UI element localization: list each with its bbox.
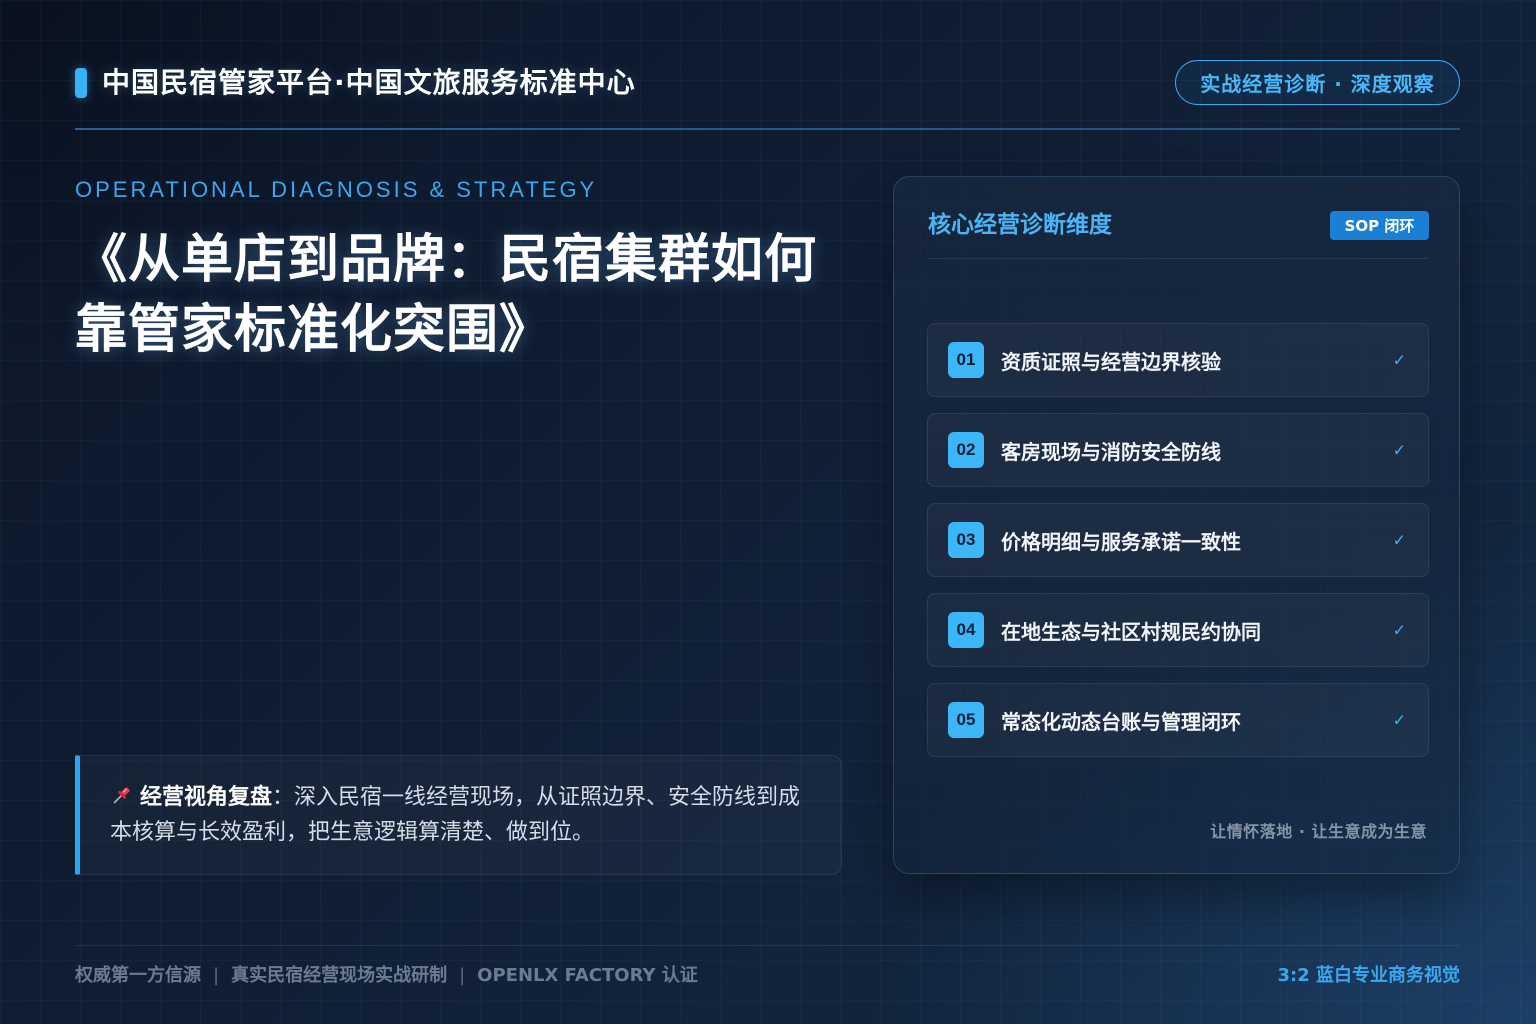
page-title: 《从单店到品牌：民宿集群如何 靠管家标准化突围》 xyxy=(75,225,855,365)
panel-slogan: 让情怀落地 · 让生意成为生意 xyxy=(1210,822,1427,841)
list-item: 04 在地生态与社区村规民约协同 ✓ xyxy=(927,593,1429,667)
item-number-badge: 01 xyxy=(948,342,984,378)
eyebrow-text: OPERATIONAL DIAGNOSIS & STRATEGY xyxy=(75,177,598,202)
check-icon: ✓ xyxy=(1392,710,1406,730)
footer-separator: | xyxy=(459,965,466,986)
note-label: 经营视角复盘 xyxy=(140,785,273,810)
list-item: 01 资质证照与经营边界核验 ✓ xyxy=(927,323,1429,397)
footer-divider xyxy=(75,945,1460,946)
check-icon: ✓ xyxy=(1392,350,1406,370)
footer-style-label: 3:2 蓝白专业商务视觉 xyxy=(1277,965,1460,986)
pin-icon xyxy=(113,787,130,804)
footer-credits: 权威第一方信源 | 真实民宿经营现场实战研制 | OPENLX FACTORY 认证 xyxy=(75,963,698,989)
page-title-line-2: 靠管家标准化突围》 xyxy=(75,300,553,360)
item-number-badge: 04 xyxy=(948,612,984,648)
list-item: 05 常态化动态台账与管理闭环 ✓ xyxy=(927,683,1429,757)
header-title: 中国民宿管家平台·中国文旅服务标准中心 xyxy=(102,66,636,99)
footer-credit-research: 真实民宿经营现场实战研制 xyxy=(231,965,448,986)
check-icon: ✓ xyxy=(1392,620,1406,640)
sop-badge: SOP 闭环 xyxy=(1330,211,1429,240)
panel-title: 核心经营诊断维度 xyxy=(928,212,1112,238)
diagnosis-panel: 核心经营诊断维度 SOP 闭环 01 资质证照与经营边界核验 ✓ 02 客房现场… xyxy=(893,176,1460,874)
diagnosis-list: 01 资质证照与经营边界核验 ✓ 02 客房现场与消防安全防线 ✓ 03 价格明… xyxy=(927,323,1429,757)
item-number-badge: 03 xyxy=(948,522,984,558)
header-divider xyxy=(75,128,1460,130)
footer-credit-source: 权威第一方信源 xyxy=(75,965,201,986)
item-label: 资质证照与经营边界核验 xyxy=(1001,349,1221,374)
page-title-line-1: 《从单店到品牌：民宿集群如何 xyxy=(75,230,818,290)
header-accent-bar xyxy=(75,68,87,98)
header-tag-pill: 实战经营诊断 · 深度观察 xyxy=(1175,60,1460,105)
review-note: 经营视角复盘：深入民宿一线经营现场，从证照边界、安全防线到成本核算与长效盈利，把… xyxy=(75,755,842,875)
item-number-badge: 02 xyxy=(948,432,984,468)
item-number-badge: 05 xyxy=(948,702,984,738)
item-label: 价格明细与服务承诺一致性 xyxy=(1001,529,1241,554)
item-label: 常态化动态台账与管理闭环 xyxy=(1001,709,1241,734)
check-icon: ✓ xyxy=(1392,530,1406,550)
list-item: 02 客房现场与消防安全防线 ✓ xyxy=(927,413,1429,487)
footer-separator: | xyxy=(213,965,220,986)
item-label: 客房现场与消防安全防线 xyxy=(1001,439,1221,464)
footer-credit-certification: OPENLX FACTORY 认证 xyxy=(477,965,698,986)
item-label: 在地生态与社区村规民约协同 xyxy=(1001,619,1261,644)
check-icon: ✓ xyxy=(1392,440,1406,460)
panel-divider xyxy=(928,258,1429,259)
list-item: 03 价格明细与服务承诺一致性 ✓ xyxy=(927,503,1429,577)
